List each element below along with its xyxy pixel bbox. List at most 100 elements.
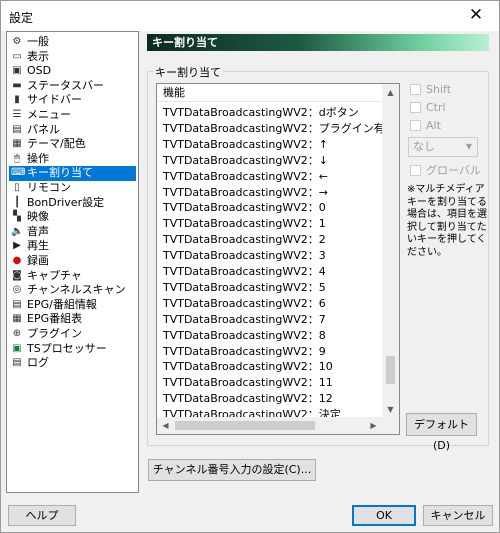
sidebar-item-label: キャプチャ — [27, 268, 82, 282]
sidebar-item[interactable]: ▭ 表示 — [9, 50, 136, 65]
sidebar-item[interactable]: ┃ BonDriver設定 — [9, 196, 136, 211]
sidebar-item[interactable]: ● 録画 — [9, 254, 136, 269]
list-item[interactable]: TVTDataBroadcastingWV2：11 — [157, 375, 389, 391]
sidebar-item[interactable]: ▯ リモコン — [9, 181, 136, 196]
scroll-up-icon[interactable]: ▲ — [382, 84, 399, 101]
sidebar-item[interactable]: ◙ キャプチャ — [9, 269, 136, 284]
sidebar-item[interactable]: 🔈 音声 — [9, 225, 136, 240]
log-icon: ▤ — [12, 357, 22, 369]
list-item[interactable]: TVTDataBroadcastingWV2：6 — [157, 296, 389, 312]
sidebar-item-label: 録画 — [27, 254, 49, 267]
list-item[interactable]: TVTDataBroadcastingWV2：7 — [157, 312, 389, 328]
list-item[interactable]: TVTDataBroadcastingWV2：8 — [157, 328, 389, 344]
sidebar-item[interactable]: ▶ 再生 — [9, 239, 136, 254]
list-item[interactable]: TVTDataBroadcastingWV2：→ — [157, 185, 389, 201]
channel-input-settings-button[interactable]: チャンネル番号入力の設定(C)... — [148, 459, 316, 481]
sidebar-item-label: 表示 — [27, 49, 49, 63]
group-label: キー割り当て — [153, 64, 223, 80]
list-item[interactable]: TVTDataBroadcastingWV2：↑ — [157, 137, 389, 153]
vertical-scroll-thumb[interactable] — [386, 356, 395, 384]
sidebar-item[interactable]: ▤ パネル — [9, 123, 136, 138]
horizontal-scrollbar[interactable]: ◀ ▶ — [157, 417, 382, 434]
scroll-down-icon[interactable]: ▼ — [382, 401, 399, 418]
default-button[interactable]: デフォルト(D) — [406, 413, 477, 452]
list-item[interactable]: TVTDataBroadcastingWV2：12 — [157, 391, 389, 407]
sidebar-item[interactable]: ⚙ 一般 — [9, 35, 136, 50]
list-item[interactable]: TVTDataBroadcastingWV2：4 — [157, 264, 389, 280]
panel-icon: ▤ — [12, 123, 22, 135]
sidebar-item[interactable]: ⌨ キー割り当て — [9, 166, 136, 181]
sidebar-item-label: パネル — [27, 122, 60, 136]
ctrl-checkbox-box[interactable] — [410, 102, 421, 113]
sidebar-item[interactable]: ▦ EPG番組表 — [9, 312, 136, 327]
list-item[interactable]: TVTDataBroadcastingWV2：9 — [157, 344, 389, 360]
sidebar-item[interactable]: ◎ チャンネルスキャン — [9, 283, 136, 298]
horizontal-scroll-thumb[interactable] — [175, 421, 315, 430]
list-item[interactable]: TVTDataBroadcastingWV2：← — [157, 169, 389, 185]
list-item[interactable]: TVTDataBroadcastingWV2：↓ — [157, 153, 389, 169]
sidebar-item-label: BonDriver設定 — [27, 195, 105, 209]
sidebar-item-label: EPG番組表 — [27, 312, 83, 326]
list-item[interactable]: TVTDataBroadcastingWV2：3 — [157, 248, 389, 264]
remote-icon: ▯ — [14, 182, 20, 193]
scroll-right-icon[interactable]: ▶ — [365, 417, 382, 434]
list-item[interactable]: TVTDataBroadcastingWV2：0 — [157, 200, 389, 216]
speaker-icon: 🔈 — [11, 225, 24, 237]
sidebar-item[interactable]: ▮ サイドバー — [9, 93, 136, 108]
sidebar-item-label: キー割り当て — [27, 166, 93, 180]
help-button[interactable]: ヘルプ — [8, 505, 76, 526]
key-assignment-list[interactable]: 機能 TVTDataBroadcastingWV2：dボタン TVTDataBro… — [156, 83, 400, 435]
global-label: グローバル — [426, 164, 481, 177]
list-item[interactable]: TVTDataBroadcastingWV2：2 — [157, 232, 389, 248]
list-item[interactable]: TVTDataBroadcastingWV2：dボタン — [157, 105, 389, 121]
sidebar-item[interactable]: ▤ EPG/番組情報 — [9, 298, 136, 313]
sidebar-item-label: テーマ/配色 — [27, 137, 86, 151]
list-item[interactable]: TVTDataBroadcastingWV2：プラグイン有効/dボタン — [157, 121, 389, 137]
scan-icon: ◎ — [12, 284, 22, 296]
title-bar: 設定 ✕ — [1, 1, 499, 31]
sidebar-item-label: リモコン — [27, 181, 71, 194]
keyboard-icon: ⌨ — [11, 167, 26, 179]
alt-checkbox-box[interactable] — [410, 120, 421, 131]
shift-label: Shift — [426, 83, 452, 96]
ts-processor-icon: ▣ — [12, 342, 22, 354]
settings-category-list[interactable]: ⚙ 一般 ▭ 表示 ▣ OSD ▬ ステータスバー ▮ サイドバー ☰ メニュー ▤ パネル ▦ テーマ/配色… — [6, 31, 139, 493]
chevron-down-icon[interactable]: ▼ — [466, 138, 472, 156]
sidebar-item[interactable]: ☰ メニュー — [9, 108, 136, 123]
mouse-icon: 🖱 — [14, 152, 20, 164]
sidebar-item-label: プラグイン — [27, 327, 82, 340]
epg-info-icon: ▤ — [12, 298, 22, 310]
key-select[interactable]: なし ▼ — [408, 137, 478, 157]
plugin-icon: ⊕ — [12, 328, 22, 339]
epg-table-icon: ▦ — [12, 313, 22, 325]
ok-button[interactable]: OK — [352, 505, 416, 526]
vertical-scrollbar[interactable]: ▲ ▼ — [382, 84, 399, 418]
sidebar-item[interactable]: ▤ ログ — [9, 356, 136, 371]
column-header-function[interactable]: 機能 — [157, 84, 389, 102]
global-checkbox-box[interactable] — [410, 165, 421, 176]
close-button[interactable]: ✕ — [453, 1, 499, 31]
sidebar-item[interactable]: ▬ ステータスバー — [9, 79, 136, 94]
sidebar-item-label: メニュー — [27, 108, 71, 121]
sidebar-item[interactable]: ▣ TSプロセッサー — [9, 342, 136, 357]
list-item[interactable]: TVTDataBroadcastingWV2：1 — [157, 216, 389, 232]
list-item[interactable]: TVTDataBroadcastingWV2：10 — [157, 359, 389, 375]
sidebar-item[interactable]: ▣ OSD — [9, 64, 136, 79]
sidebar-item-label: 音声 — [27, 224, 49, 238]
sidebar-item[interactable]: ▦ テーマ/配色 — [9, 137, 136, 152]
window-title: 設定 — [9, 11, 34, 25]
scroll-left-icon[interactable]: ◀ — [157, 417, 174, 434]
sidebar-item[interactable]: 🖱 操作 — [9, 152, 136, 167]
video-icon: ▚ — [13, 211, 21, 223]
sidebar-item[interactable]: ⊕ プラグイン — [9, 327, 136, 342]
sidebar-item[interactable]: ▚ 映像 — [9, 210, 136, 225]
sidebar-item-label: TSプロセッサー — [27, 341, 107, 355]
alt-label: Alt — [426, 119, 441, 132]
cancel-button[interactable]: キャンセル — [423, 505, 493, 526]
key-select-value: なし — [413, 140, 435, 153]
ctrl-label: Ctrl — [426, 101, 446, 114]
sidebar-item-label: 映像 — [27, 210, 49, 224]
shift-checkbox-box[interactable] — [410, 84, 421, 95]
list-item[interactable]: TVTDataBroadcastingWV2：5 — [157, 280, 389, 296]
sidebar-item-label: OSD — [27, 64, 52, 78]
